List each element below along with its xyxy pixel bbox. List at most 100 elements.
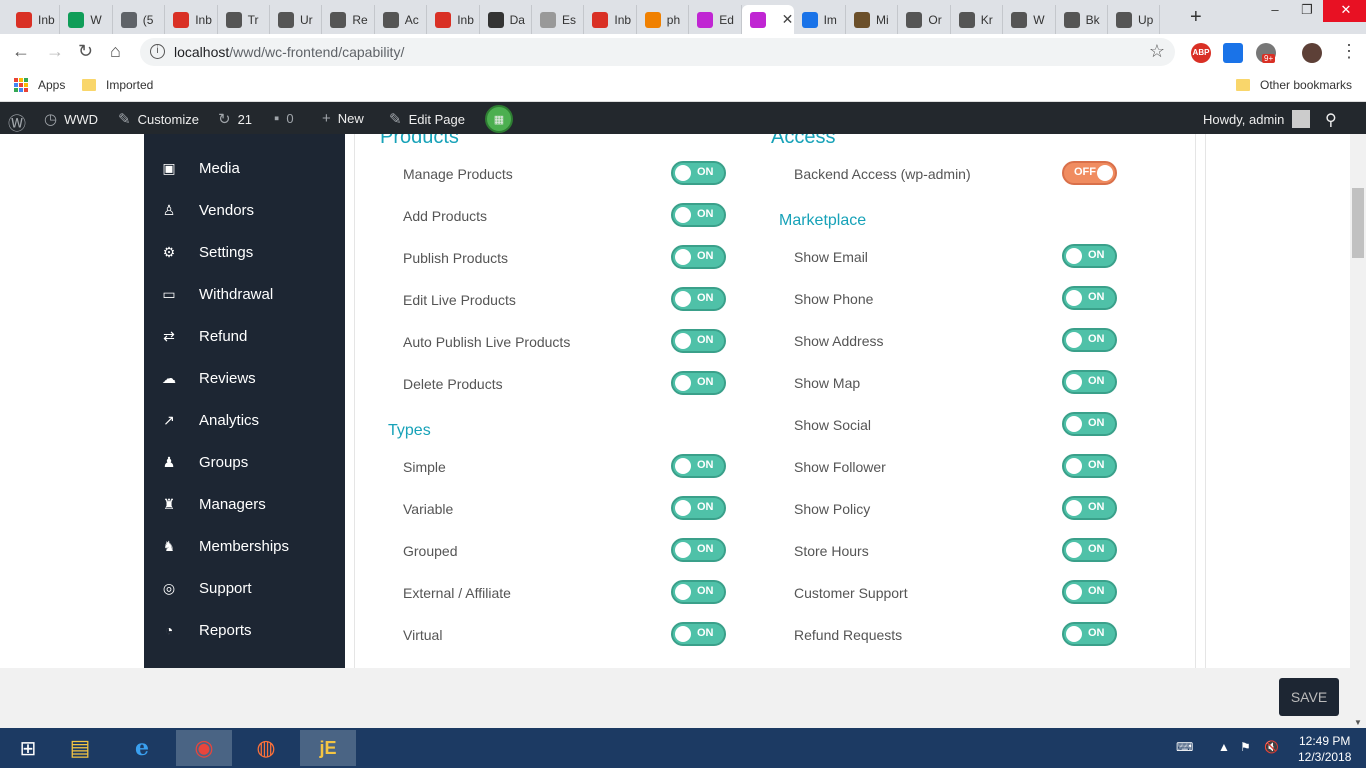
site-name-link[interactable]: ◷ WWD [44,110,98,128]
capability-toggle[interactable]: ON [671,622,726,646]
browser-tab[interactable]: Im [794,5,846,34]
maximize-icon[interactable]: ❐ [1291,0,1323,22]
browser-tab[interactable]: Re [322,5,375,34]
browser-tab[interactable]: Inb [165,5,218,34]
capability-toggle[interactable]: ON [671,203,726,227]
tray-overflow-icon[interactable]: ▲ [1218,740,1230,754]
keyboard-icon[interactable]: ⌨ [1176,740,1193,754]
sidebar-item-memberships[interactable]: ♞ Memberships [144,531,345,561]
minimize-icon[interactable]: – [1259,0,1291,22]
browser-tab[interactable]: Tr [218,5,270,34]
save-button[interactable]: SAVE [1279,678,1339,716]
file-explorer-icon[interactable]: ▤ [52,730,108,766]
updates-link[interactable]: ↻ 21 [218,110,252,128]
imported-bookmark-folder[interactable]: Imported [82,78,153,92]
browser-tab[interactable]: ph [637,5,690,34]
sidebar-item-withdrawal[interactable]: ▭ Withdrawal [144,279,345,309]
browser-tab[interactable]: Inb [427,5,480,34]
scroll-down-arrow-icon[interactable]: ▼ [1354,718,1362,727]
browser-tab[interactable]: W [60,5,113,34]
sidebar-item-reports[interactable]: ◔ Reports [144,615,345,645]
url-text[interactable]: localhost/wwd/wc-frontend/capability/ [174,44,404,60]
my-account-link[interactable]: Howdy, admin [1203,110,1311,128]
capability-toggle[interactable]: ON [1062,622,1117,646]
capability-toggle[interactable]: ON [1062,328,1117,352]
browser-tab[interactable]: Inb [584,5,637,34]
sidebar-item-settings[interactable]: ⚙ Settings [144,237,345,267]
comments-link[interactable]: ▪ 0 [274,110,294,127]
browser-tab[interactable]: Bk [1056,5,1108,34]
capability-toggle[interactable]: ON [671,371,726,395]
capability-toggle[interactable]: ON [671,580,726,604]
browser-tab[interactable]: Ur [270,5,323,34]
windows-start-icon[interactable]: ⊞ [0,730,56,766]
sidebar-item-refund[interactable]: ⇄ Refund [144,321,345,351]
chrome-taskbar-icon[interactable]: ◉ [176,730,232,766]
site-info-icon[interactable]: i [150,44,165,59]
sidebar-item-groups[interactable]: ♟ Groups [144,447,345,477]
sidebar-item-support[interactable]: ◎ Support [144,573,345,603]
close-tab-icon[interactable]: ✕ [782,11,794,28]
browser-tab[interactable]: Mi [846,5,899,34]
capability-toggle[interactable]: ON [1062,538,1117,562]
address-bar[interactable]: i localhost/wwd/wc-frontend/capability/ … [140,38,1175,66]
capability-toggle[interactable]: ON [671,329,726,353]
capability-toggle[interactable]: ON [1062,244,1117,268]
volume-muted-icon[interactable]: 🔇 [1264,740,1279,754]
wordpress-logo-icon[interactable]: Ⓦ [8,110,26,136]
capability-toggle[interactable]: ON [671,287,726,311]
back-icon[interactable]: ← [12,41,30,62]
page-scrollbar[interactable]: ▼ [1350,134,1366,728]
new-content-link[interactable]: + New [322,110,364,127]
sidebar-item-analytics[interactable]: ↗ Analytics [144,405,345,435]
browser-tab[interactable]: ✕ [741,5,794,34]
capability-toggle[interactable]: ON [671,161,726,185]
capability-toggle[interactable]: ON [671,538,726,562]
adblock-icon[interactable]: ABP [1191,43,1211,63]
jedit-icon[interactable]: jE [300,730,356,766]
browser-tab[interactable]: Kr [951,5,1004,34]
close-window-icon[interactable]: ✕ [1323,0,1366,22]
sidebar-item-managers[interactable]: ♜ Managers [144,489,345,519]
capability-toggle[interactable]: ON [1062,412,1117,436]
browser-tab[interactable]: Ed [689,5,742,34]
capability-toggle[interactable]: ON [671,496,726,520]
home-icon[interactable]: ⌂ [110,41,121,62]
browser-tab[interactable]: Or [898,5,951,34]
network-icon[interactable]: ⚑ [1240,740,1251,754]
other-bookmarks-folder[interactable]: Other bookmarks [1236,78,1352,92]
apps-bookmark[interactable]: Apps [14,78,65,92]
capability-toggle[interactable]: ON [1062,370,1117,394]
browser-tab[interactable]: Up [1108,5,1161,34]
bookmark-star-icon[interactable]: ☆ [1149,41,1165,62]
capability-toggle[interactable]: ON [1062,496,1117,520]
capability-toggle[interactable]: ON [1062,286,1117,310]
screenshot-extension-icon[interactable] [1223,43,1243,63]
sidebar-item-vendors[interactable]: ♙ Vendors [144,195,345,225]
capability-toggle[interactable]: OFF [1062,161,1117,185]
customize-link[interactable]: ✎ Customize [118,110,199,128]
system-clock[interactable]: 12:49 PM 12/3/2018 [1298,733,1351,765]
browser-tab[interactable]: Es [532,5,585,34]
forward-icon[interactable]: → [46,41,64,62]
store-shortcut-icon[interactable]: ▦ [485,105,513,133]
browser-tab[interactable]: Ac [375,5,428,34]
browser-tab[interactable]: Inb [8,5,61,34]
browser-tab[interactable]: W [1003,5,1056,34]
profile-avatar[interactable] [1302,43,1322,63]
browser-tab[interactable]: Da [480,5,532,34]
new-tab-button[interactable]: + [1190,6,1202,29]
capability-toggle[interactable]: ON [1062,580,1117,604]
edit-page-link[interactable]: ✎ Edit Page [389,110,465,128]
firefox-icon[interactable]: ◍ [238,730,294,766]
browser-tab[interactable]: (5 [113,5,166,34]
sidebar-item-media[interactable]: ▣ Media [144,153,345,183]
chrome-menu-icon[interactable]: ⋮ [1340,41,1358,62]
internet-explorer-icon[interactable]: e [114,730,170,766]
capability-toggle[interactable]: ON [671,454,726,478]
reload-icon[interactable]: ↻ [78,41,93,62]
capability-toggle[interactable]: ON [1062,454,1117,478]
capability-toggle[interactable]: ON [671,245,726,269]
scrollbar-thumb[interactable] [1352,188,1364,258]
search-icon[interactable]: ⚲ [1325,110,1337,130]
